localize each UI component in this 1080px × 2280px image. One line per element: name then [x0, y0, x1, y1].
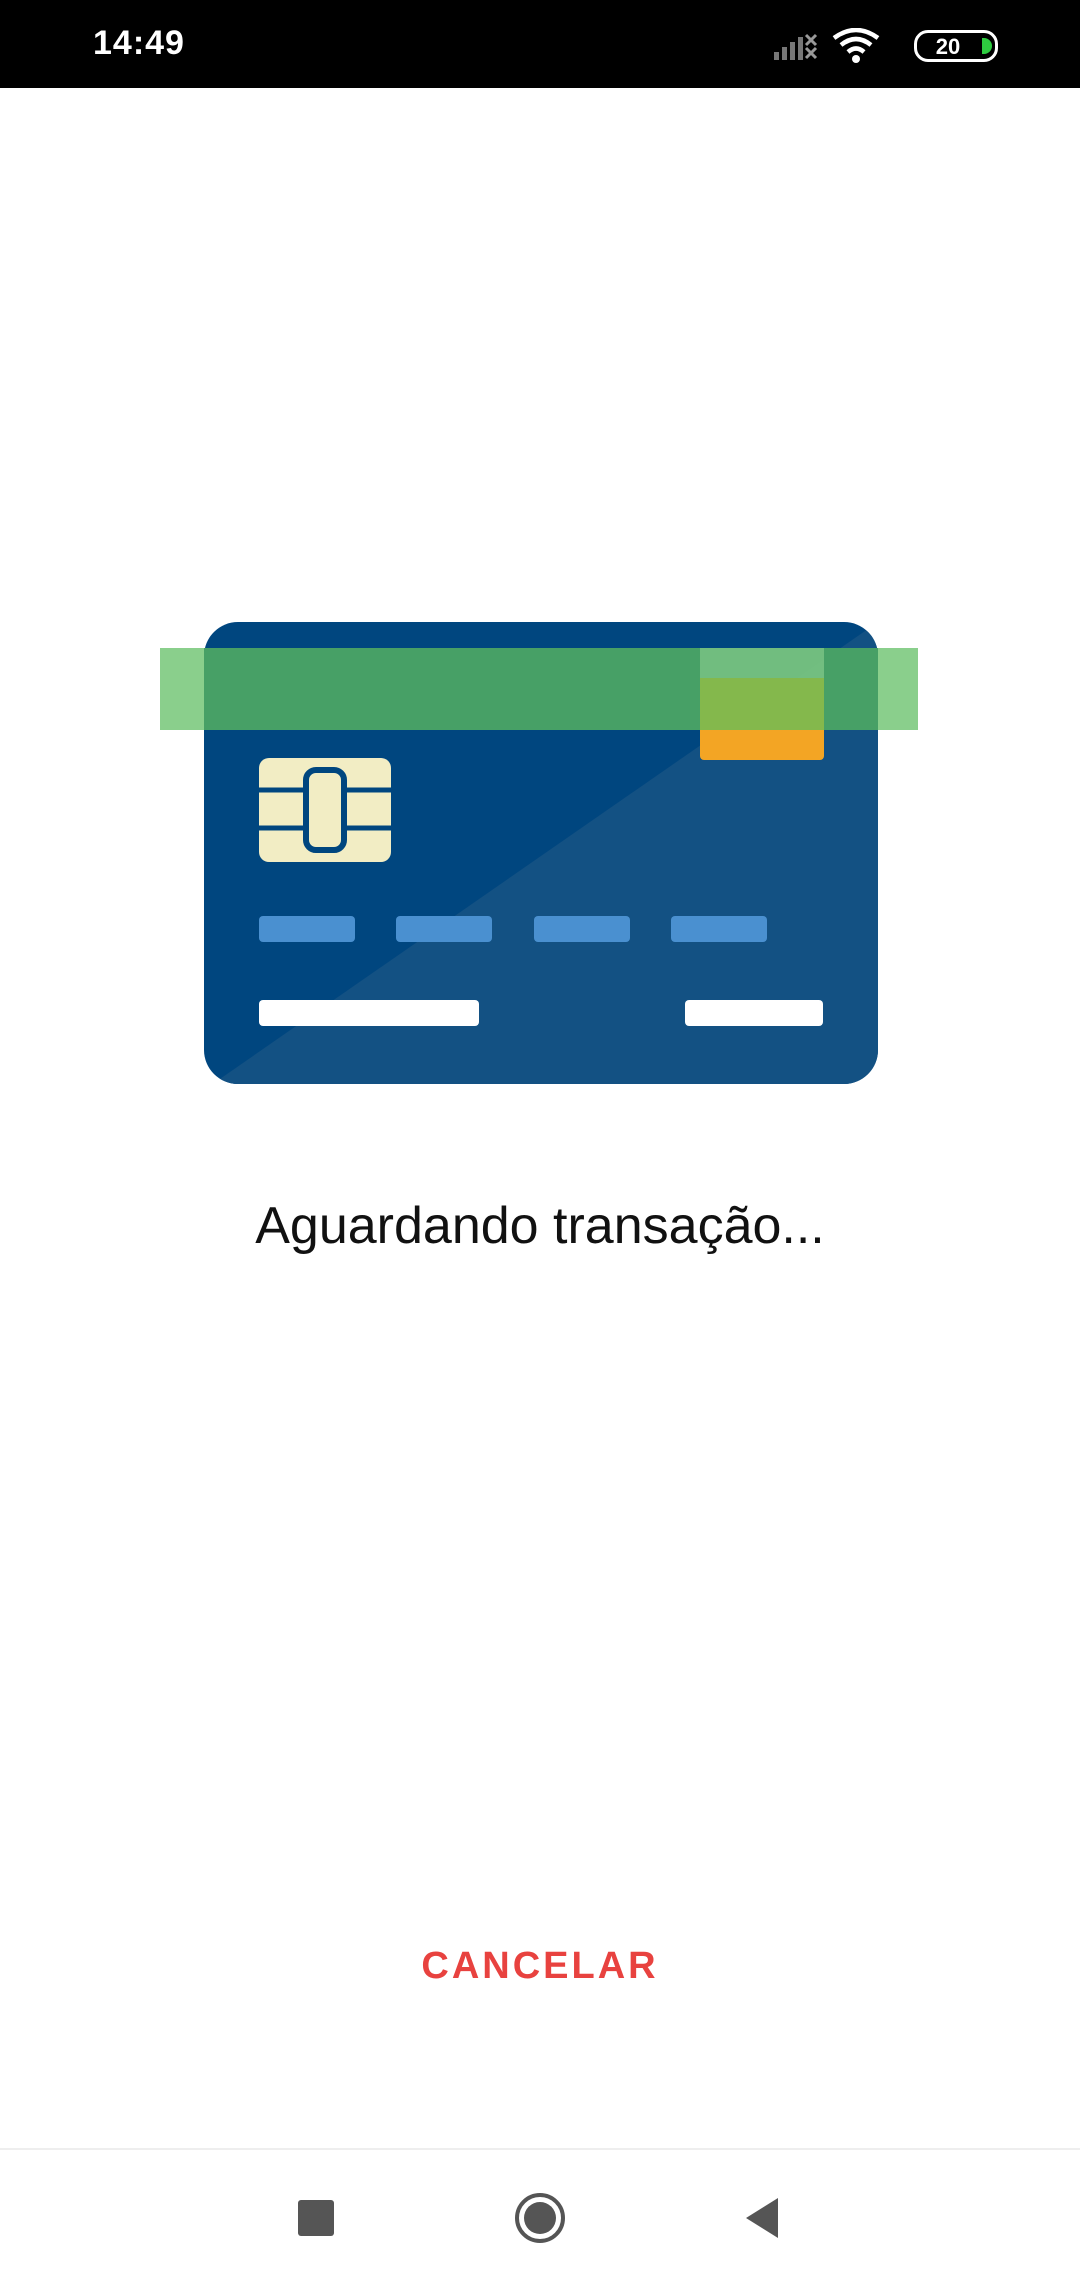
recents-square-icon[interactable] — [288, 2190, 344, 2246]
back-triangle-icon[interactable] — [736, 2190, 792, 2246]
card-digits-group — [671, 916, 767, 942]
battery-level-text: 20 — [935, 34, 961, 59]
credit-card-illustration — [160, 622, 918, 1084]
card-stripe-overlay-hologram — [700, 678, 824, 730]
card-expiry-bar — [685, 1000, 823, 1026]
navigation-bar — [0, 2148, 1080, 2280]
signal-off-icon — [774, 33, 818, 60]
card-stripe-overlay-body-right — [824, 648, 878, 730]
transaction-status-message: Aguardando transação... — [255, 1197, 825, 1255]
battery-level-indicator — [982, 38, 992, 54]
status-bar: 14:49 20 — [0, 0, 1080, 88]
card-digits-group — [396, 916, 492, 942]
wifi-icon — [832, 28, 880, 63]
home-circle-icon[interactable] — [512, 2190, 568, 2246]
card-holder-bar — [259, 1000, 479, 1026]
card-chip-icon — [259, 758, 391, 862]
battery-icon: 20 — [914, 30, 998, 62]
status-time: 14:49 — [93, 24, 185, 62]
cancel-button[interactable]: CANCELAR — [340, 1920, 740, 2010]
card-digits-group — [259, 916, 355, 942]
card-digits-group — [534, 916, 630, 942]
screen: 14:49 20 Aguardando transação... CANCELA… — [0, 0, 1080, 2280]
card-stripe-overlay-body — [204, 648, 700, 730]
